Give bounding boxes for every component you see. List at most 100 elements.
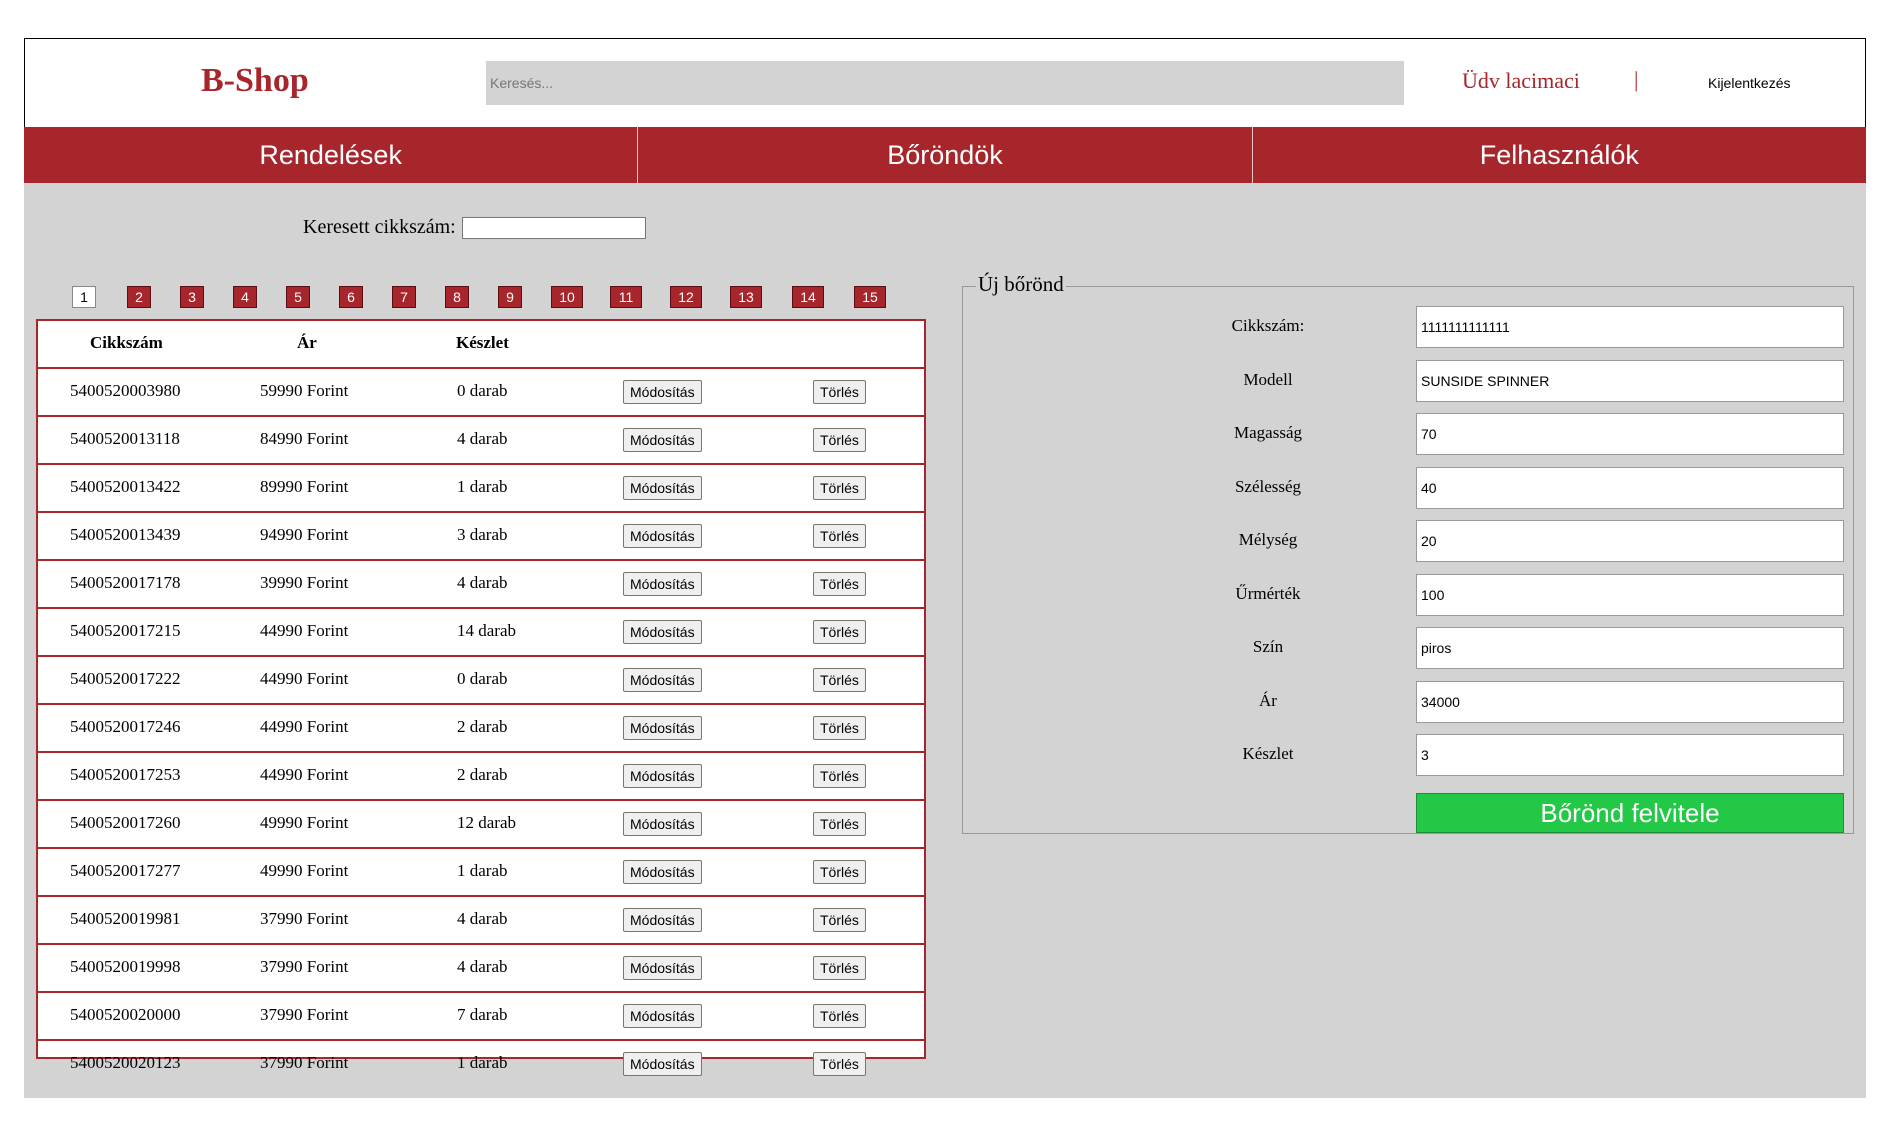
cell-stock: 1 darab: [457, 477, 508, 496]
cell-price: 44990 Forint: [260, 621, 349, 640]
product-table: Cikkszám Ár Készlet 5400520003980 59990 F…: [36, 319, 926, 1076]
modify-button[interactable]: Módosítás: [623, 572, 702, 596]
cell-price: 94990 Forint: [260, 525, 349, 544]
form-input[interactable]: [1416, 734, 1844, 776]
cell-price: 37990 Forint: [260, 1053, 349, 1072]
modify-button[interactable]: Módosítás: [623, 1004, 702, 1028]
modify-button[interactable]: Módosítás: [623, 764, 702, 788]
page-button-6[interactable]: 6: [339, 286, 363, 308]
table-row: 5400520013422 89990 Forint 1 darab Módosítá…: [38, 465, 924, 513]
table-row: 5400520017253 44990 Forint 2 darab Módosítá…: [38, 753, 924, 801]
form-label: Szín: [1252, 637, 1284, 656]
table-row: 5400520013439 94990 Forint 3 darab Módosítá…: [38, 513, 924, 561]
header-sku: Cikkszám: [90, 333, 163, 352]
delete-button[interactable]: Törlés: [813, 716, 866, 740]
page-button-3[interactable]: 3: [180, 286, 204, 308]
cell-price: 59990 Forint: [260, 381, 349, 400]
modify-button[interactable]: Módosítás: [623, 620, 702, 644]
delete-button[interactable]: Törlés: [813, 476, 866, 500]
cell-stock: 1 darab: [457, 1053, 508, 1072]
modify-button[interactable]: Módosítás: [623, 668, 702, 692]
form-row: Szín: [963, 627, 1853, 669]
form-input[interactable]: [1416, 413, 1844, 455]
search-input[interactable]: [486, 61, 1404, 105]
table-row: 5400520013118 84990 Forint 4 darab Módosítá…: [38, 417, 924, 465]
form-input[interactable]: [1416, 627, 1844, 669]
cell-stock: 2 darab: [457, 765, 508, 784]
cell-stock: 12 darab: [457, 813, 517, 832]
form-input[interactable]: [1416, 359, 1844, 402]
page-button-11[interactable]: 11: [610, 286, 642, 308]
delete-button[interactable]: Törlés: [813, 812, 866, 836]
page-button-12[interactable]: 12: [670, 286, 702, 308]
nav-item-users[interactable]: Felhasználók: [1251, 127, 1866, 183]
delete-button[interactable]: Törlés: [813, 764, 866, 788]
cell-stock: 4 darab: [457, 429, 508, 448]
form-input[interactable]: [1416, 520, 1844, 562]
page-button-13[interactable]: 13: [730, 286, 762, 308]
page-button-15[interactable]: 15: [854, 286, 886, 308]
delete-button[interactable]: Törlés: [813, 908, 866, 932]
cell-price: 39990 Forint: [260, 573, 349, 592]
modify-button[interactable]: Módosítás: [623, 428, 702, 452]
delete-button[interactable]: Törlés: [813, 428, 866, 452]
modify-button[interactable]: Módosítás: [623, 476, 702, 500]
cell-sku: 5400520020000: [70, 1005, 181, 1024]
delete-button[interactable]: Törlés: [813, 668, 866, 692]
form-input[interactable]: [1416, 466, 1844, 509]
sku-search-label: Keresett cikkszám:: [303, 216, 456, 238]
nav-item-orders[interactable]: Rendelések: [24, 127, 637, 183]
delete-button[interactable]: Törlés: [813, 860, 866, 884]
cell-price: 44990 Forint: [260, 717, 349, 736]
page-button-5[interactable]: 5: [286, 286, 310, 308]
form-input[interactable]: [1416, 306, 1844, 348]
form-row: Űrmérték: [963, 573, 1853, 616]
modify-button[interactable]: Módosítás: [623, 860, 702, 884]
logout-link[interactable]: Kijelentkezés: [1708, 75, 1791, 91]
cell-sku: 5400520013118: [70, 429, 180, 448]
cell-sku: 5400520020123: [70, 1053, 181, 1072]
page-button-8[interactable]: 8: [445, 286, 469, 308]
sku-search-input[interactable]: [461, 216, 646, 239]
modify-button[interactable]: Módosítás: [623, 380, 702, 404]
table-row: 5400520019998 37990 Forint 4 darab Módosítá…: [38, 945, 924, 993]
cell-sku: 5400520013422: [70, 477, 181, 496]
delete-button[interactable]: Törlés: [813, 1004, 866, 1028]
delete-button[interactable]: Törlés: [813, 956, 866, 980]
add-suitcase-button[interactable]: Bőrönd felvitele: [1416, 793, 1844, 833]
delete-button[interactable]: Törlés: [813, 572, 866, 596]
page-button-1[interactable]: 1: [72, 286, 96, 308]
modify-button[interactable]: Módosítás: [623, 716, 702, 740]
welcome-text: Üdv lacimaci: [1462, 68, 1580, 93]
modify-button[interactable]: Módosítás: [623, 812, 702, 836]
delete-button[interactable]: Törlés: [813, 380, 866, 404]
page-button-9[interactable]: 9: [498, 286, 522, 308]
page-button-7[interactable]: 7: [392, 286, 416, 308]
modify-button[interactable]: Módosítás: [623, 524, 702, 548]
page-button-10[interactable]: 10: [551, 286, 583, 308]
delete-button[interactable]: Törlés: [813, 1052, 866, 1076]
page-button-4[interactable]: 4: [233, 286, 257, 308]
form-label: Szélesség: [1234, 476, 1302, 496]
cell-price: 49990 Forint: [260, 813, 349, 832]
form-row: Modell: [963, 359, 1853, 402]
delete-button[interactable]: Törlés: [813, 524, 866, 548]
form-input[interactable]: [1416, 680, 1844, 723]
cell-sku: 5400520013439: [70, 525, 181, 544]
form-row: Ár: [963, 680, 1853, 723]
form-label: Ár: [1259, 690, 1277, 710]
logo[interactable]: B-Shop: [201, 62, 309, 100]
modify-button[interactable]: Módosítás: [623, 908, 702, 932]
cell-price: 37990 Forint: [260, 909, 349, 928]
modify-button[interactable]: Módosítás: [623, 956, 702, 980]
page-button-2[interactable]: 2: [127, 286, 151, 308]
cell-price: 37990 Forint: [260, 957, 349, 976]
page-button-14[interactable]: 14: [792, 286, 824, 308]
cell-price: 49990 Forint: [260, 861, 349, 880]
cell-price: 37990 Forint: [260, 1005, 349, 1024]
nav-item-suitcases[interactable]: Bőröndök: [637, 127, 1251, 183]
form-input[interactable]: [1416, 573, 1844, 616]
modify-button[interactable]: Módosítás: [623, 1052, 702, 1076]
delete-button[interactable]: Törlés: [813, 620, 866, 644]
cell-stock: 0 darab: [457, 381, 508, 400]
